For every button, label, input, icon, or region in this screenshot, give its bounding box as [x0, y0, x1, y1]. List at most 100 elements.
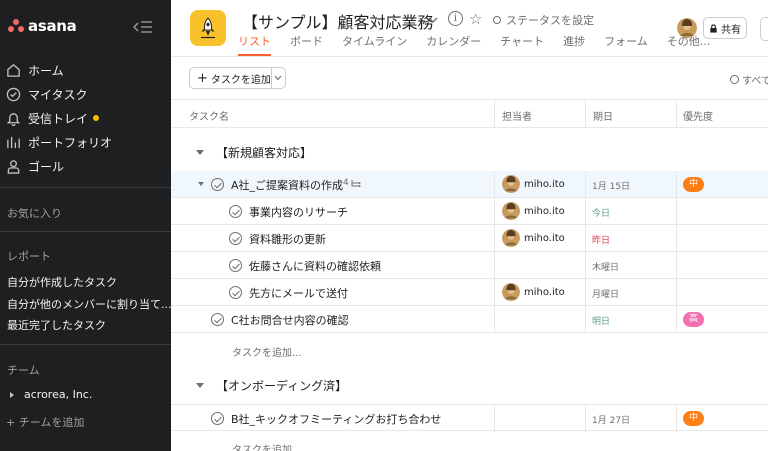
- section-header[interactable]: 【新規顧客対応】: [196, 144, 312, 161]
- add-team-button[interactable]: + チームを追加: [6, 414, 84, 430]
- table-row[interactable]: B社_キックオフミーティングお打ち合わせ 1月 27日 中: [171, 404, 768, 431]
- assignee-cell[interactable]: miho.ito: [502, 283, 565, 301]
- favorites-label[interactable]: お気に入り: [7, 205, 62, 221]
- customize-button[interactable]: [760, 17, 768, 41]
- reports-label[interactable]: レポート: [7, 248, 51, 264]
- check-circle-icon: [730, 75, 739, 84]
- tab-list[interactable]: リスト: [238, 33, 271, 56]
- due-date[interactable]: 明日: [592, 314, 610, 327]
- column-header-assignee[interactable]: 担当者: [502, 108, 532, 123]
- assignee-cell[interactable]: miho.ito: [502, 175, 565, 193]
- assignee-name: miho.ito: [524, 178, 565, 190]
- sidebar-item-portfolios[interactable]: ポートフォリオ: [0, 130, 171, 154]
- task-name[interactable]: 先方にメールで送付: [249, 285, 348, 301]
- due-date[interactable]: 昨日: [592, 233, 610, 246]
- complete-checkbox[interactable]: [229, 259, 242, 272]
- tab-progress[interactable]: 進捗: [563, 33, 585, 56]
- add-task-dropdown[interactable]: [270, 68, 285, 88]
- collapse-caret-icon[interactable]: [196, 150, 204, 155]
- person-icon: [7, 159, 20, 174]
- due-date[interactable]: 1月 27日: [592, 413, 630, 426]
- add-task-button[interactable]: + タスクを追加: [190, 68, 271, 88]
- set-status-label: ステータスを設定: [506, 14, 594, 27]
- table-row[interactable]: 先方にメールで送付 miho.ito 月曜日: [171, 279, 768, 306]
- add-task-inline[interactable]: タスクを追加...: [232, 441, 302, 451]
- list-toolbar: + タスクを追加 すべて: [171, 57, 768, 99]
- avatar: [502, 175, 520, 193]
- subtask-count[interactable]: 4: [343, 178, 361, 188]
- team-item[interactable]: acrorea, Inc.: [10, 388, 92, 401]
- table-row[interactable]: A社_ご提案資料の作成 4 miho.ito 1月 15日 中: [171, 171, 768, 198]
- home-icon: [7, 63, 20, 77]
- sidebar-item-inbox[interactable]: 受信トレイ: [0, 106, 171, 130]
- set-status-button[interactable]: ステータスを設定: [493, 12, 594, 28]
- table-row[interactable]: C社お問合せ内容の確認 明日 高: [171, 306, 768, 333]
- priority-badge[interactable]: 中: [683, 411, 705, 426]
- assignee-name: miho.ito: [524, 205, 565, 217]
- sidebar-item-label: ポートフォリオ: [28, 135, 113, 150]
- complete-checkbox[interactable]: [229, 205, 242, 218]
- assignee-name: miho.ito: [524, 232, 565, 244]
- expand-caret-icon[interactable]: [10, 391, 14, 398]
- report-recently-completed[interactable]: 最近完了したタスク: [7, 317, 106, 333]
- project-icon[interactable]: [190, 10, 226, 46]
- column-header-priority[interactable]: 優先度: [683, 108, 713, 123]
- tab-calendar[interactable]: カレンダー: [426, 33, 481, 56]
- due-date[interactable]: 今日: [592, 206, 610, 219]
- share-button[interactable]: 共有: [703, 17, 747, 39]
- sidebar-item-my-tasks[interactable]: マイタスク: [0, 82, 171, 106]
- tab-chart[interactable]: チャート: [500, 33, 544, 56]
- complete-checkbox[interactable]: [229, 232, 242, 245]
- plus-icon: +: [197, 70, 208, 86]
- collapse-caret-icon[interactable]: [196, 383, 204, 388]
- due-date[interactable]: 木曜日: [592, 260, 619, 273]
- sidebar-item-home[interactable]: ホーム: [0, 58, 171, 82]
- report-created-by-me[interactable]: 自分が作成したタスク: [7, 274, 117, 290]
- task-name[interactable]: 事業内容のリサーチ: [249, 204, 348, 220]
- column-divider: [585, 100, 586, 128]
- section-header[interactable]: 【オンボーディング済】: [196, 377, 347, 394]
- task-name[interactable]: A社_ご提案資料の作成: [231, 177, 343, 193]
- asana-logo[interactable]: asana: [8, 17, 77, 35]
- task-name[interactable]: 資料雛形の更新: [249, 231, 326, 247]
- section-title: 【新規顧客対応】: [216, 146, 313, 160]
- rocket-icon: [201, 17, 215, 39]
- add-task-inline[interactable]: タスクを追加...: [232, 344, 302, 359]
- tab-forms[interactable]: フォーム: [604, 33, 648, 56]
- info-icon[interactable]: i: [448, 11, 463, 26]
- star-icon[interactable]: ☆: [469, 10, 482, 28]
- complete-checkbox[interactable]: [211, 412, 224, 425]
- table-row[interactable]: 佐藤さんに資料の確認依頼 木曜日: [171, 252, 768, 279]
- assignee-cell[interactable]: miho.ito: [502, 229, 565, 247]
- avatar[interactable]: [677, 18, 697, 38]
- report-assigned-by-me[interactable]: 自分が他のメンバーに割り当て...: [7, 296, 172, 312]
- due-date[interactable]: 月曜日: [592, 287, 619, 300]
- task-name[interactable]: B社_キックオフミーティングお打ち合わせ: [231, 411, 441, 427]
- check-circle-icon: [6, 87, 21, 101]
- column-header-task-name[interactable]: タスク名: [189, 108, 229, 123]
- expand-subtasks-icon[interactable]: [198, 182, 204, 186]
- chevron-down-icon[interactable]: [426, 13, 440, 27]
- sidebar-item-goals[interactable]: ゴール: [0, 154, 171, 178]
- task-name[interactable]: 佐藤さんに資料の確認依頼: [249, 258, 381, 274]
- complete-checkbox[interactable]: [211, 313, 224, 326]
- column-divider: [585, 171, 586, 333]
- filter-all-button[interactable]: すべて: [730, 72, 768, 87]
- priority-badge[interactable]: 高: [683, 312, 705, 327]
- table-row[interactable]: 事業内容のリサーチ miho.ito 今日: [171, 198, 768, 225]
- task-name[interactable]: C社お問合せ内容の確認: [231, 312, 349, 328]
- teams-label: チーム: [7, 364, 40, 377]
- subtask-count-value: 4: [343, 178, 349, 188]
- column-divider: [676, 404, 677, 432]
- tab-timeline[interactable]: タイムライン: [342, 33, 407, 56]
- collapse-sidebar-icon[interactable]: [133, 20, 153, 34]
- table-row[interactable]: 資料雛形の更新 miho.ito 昨日: [171, 225, 768, 252]
- column-header-due[interactable]: 期日: [593, 108, 613, 123]
- priority-badge[interactable]: 中: [683, 177, 705, 192]
- project-title[interactable]: 【サンプル】顧客対応業務: [242, 9, 434, 33]
- complete-checkbox[interactable]: [229, 286, 242, 299]
- tab-board[interactable]: ボード: [290, 33, 323, 56]
- due-date[interactable]: 1月 15日: [592, 179, 630, 192]
- complete-checkbox[interactable]: [211, 178, 224, 191]
- assignee-cell[interactable]: miho.ito: [502, 202, 565, 220]
